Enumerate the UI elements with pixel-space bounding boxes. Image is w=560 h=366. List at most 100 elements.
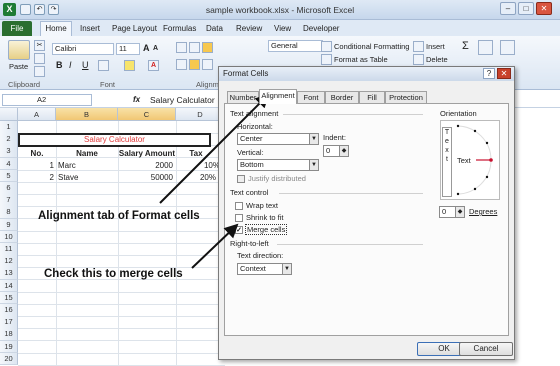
column-header-c[interactable]: C <box>118 108 176 121</box>
bold-button[interactable]: B <box>56 60 63 70</box>
cancel-button[interactable]: Cancel <box>459 342 513 356</box>
shrink-font-button[interactable]: A <box>153 45 158 52</box>
tab-home[interactable]: Home <box>40 21 72 37</box>
row-header[interactable]: 8 <box>0 206 18 219</box>
row-header[interactable]: 9 <box>0 218 18 232</box>
underline-button[interactable]: U <box>82 60 89 70</box>
name-box[interactable]: A2 <box>2 94 92 106</box>
row-header[interactable]: 2 <box>0 133 18 146</box>
cell-no[interactable]: 2 <box>20 172 54 184</box>
indent-spinner[interactable]: 0 ◆ <box>323 145 349 157</box>
tab-border[interactable]: Border <box>325 91 359 103</box>
borders-icon[interactable] <box>98 60 109 71</box>
cell-name[interactable]: Stave <box>58 172 116 184</box>
cell-tax[interactable]: 20% <box>176 172 216 184</box>
align-left-icon[interactable] <box>176 59 187 70</box>
paste-button-label[interactable]: Paste <box>9 62 28 71</box>
sort-filter-icon[interactable] <box>478 40 493 55</box>
row-header[interactable]: 11 <box>0 243 18 256</box>
tab-font[interactable]: Font <box>297 91 325 103</box>
format-as-table-button[interactable]: Format as Table <box>334 55 388 64</box>
row-header[interactable]: 16 <box>0 304 18 317</box>
cell-salary[interactable]: 50000 <box>118 172 173 184</box>
cell-no[interactable]: 1 <box>20 160 54 172</box>
vertical-text-button[interactable]: T e x t <box>442 127 452 197</box>
vertical-select[interactable]: Bottom ▼ <box>237 159 319 171</box>
delete-cells-icon[interactable] <box>413 54 424 65</box>
align-bottom-icon[interactable] <box>202 42 213 53</box>
copy-icon[interactable] <box>34 53 45 64</box>
row-header[interactable]: 13 <box>0 267 18 280</box>
font-color-icon[interactable]: A <box>148 60 159 71</box>
align-right-icon[interactable] <box>202 59 213 70</box>
cell-tax[interactable]: 10% <box>176 160 220 172</box>
text-direction-select[interactable]: Context ▼ <box>237 263 292 275</box>
horizontal-select[interactable]: Center ▼ <box>237 133 319 145</box>
cell-name[interactable]: Marc <box>58 160 116 172</box>
help-button[interactable]: ? <box>483 68 495 79</box>
close-button[interactable]: ✕ <box>536 2 552 15</box>
grow-font-button[interactable]: A <box>143 43 150 53</box>
row-header[interactable]: 10 <box>0 230 18 244</box>
paste-icon[interactable] <box>8 40 30 60</box>
justify-distributed-checkbox[interactable] <box>237 175 245 183</box>
row-header[interactable]: 3 <box>0 145 18 158</box>
find-select-icon[interactable] <box>500 40 515 55</box>
row-header[interactable]: 1 <box>0 121 18 134</box>
row-header[interactable]: 4 <box>0 157 18 171</box>
tab-insert[interactable]: Insert <box>80 24 100 33</box>
select-all-corner[interactable] <box>0 108 18 121</box>
font-size-select[interactable]: 11 <box>116 43 140 55</box>
row-header[interactable]: 12 <box>0 255 18 268</box>
merge-cells-checkbox[interactable]: ✓ <box>235 226 243 234</box>
dialog-close-button[interactable]: ✕ <box>497 68 511 79</box>
row-header[interactable]: 19 <box>0 340 18 354</box>
tab-alignment[interactable]: Alignment <box>259 89 297 104</box>
format-as-table-icon[interactable] <box>321 54 332 65</box>
tab-protection[interactable]: Protection <box>385 91 427 103</box>
row-header[interactable]: 15 <box>0 291 18 305</box>
formula-content[interactable]: Salary Calculator <box>150 95 215 105</box>
tab-data[interactable]: Data <box>206 24 223 33</box>
align-top-icon[interactable] <box>176 42 187 53</box>
row-header[interactable]: 14 <box>0 279 18 293</box>
minimize-button[interactable]: – <box>500 2 516 15</box>
tab-formulas[interactable]: Formulas <box>163 24 196 33</box>
degrees-spinner[interactable]: 0 ◆ <box>439 206 465 218</box>
wrap-text-checkbox[interactable] <box>235 202 243 210</box>
align-center-icon[interactable] <box>189 59 200 70</box>
tab-page-layout[interactable]: Page Layout <box>112 24 157 33</box>
fx-icon[interactable]: fx <box>133 95 140 104</box>
maximize-button[interactable]: □ <box>518 2 534 15</box>
tab-fill[interactable]: Fill <box>359 91 385 103</box>
conditional-formatting-button[interactable]: Conditional Formatting <box>334 42 409 51</box>
fill-color-icon[interactable] <box>124 60 135 71</box>
dialog-title: Format Cells <box>219 67 514 81</box>
insert-cells-button[interactable]: Insert <box>426 42 445 51</box>
row-header[interactable]: 17 <box>0 316 18 329</box>
number-format-select[interactable]: General <box>268 40 323 52</box>
font-name-select[interactable]: Calibri <box>52 43 114 55</box>
align-middle-icon[interactable] <box>189 42 200 53</box>
cell-salary[interactable]: 2000 <box>118 160 173 172</box>
conditional-formatting-icon[interactable] <box>321 41 332 52</box>
column-header-a[interactable]: A <box>18 108 56 121</box>
autosum-button[interactable]: Σ <box>462 40 469 52</box>
row-header[interactable]: 20 <box>0 352 18 366</box>
tab-developer[interactable]: Developer <box>303 24 339 33</box>
row-header[interactable]: 6 <box>0 182 18 195</box>
cut-icon[interactable]: ✂ <box>34 40 45 51</box>
delete-cells-button[interactable]: Delete <box>426 55 448 64</box>
tab-view[interactable]: View <box>274 24 291 33</box>
column-header-b[interactable]: B <box>56 108 118 121</box>
tab-number[interactable]: Number <box>227 91 259 103</box>
insert-cells-icon[interactable] <box>413 41 424 52</box>
format-painter-icon[interactable] <box>34 66 45 77</box>
row-header[interactable]: 18 <box>0 328 18 341</box>
shrink-to-fit-checkbox[interactable] <box>235 214 243 222</box>
row-header[interactable]: 7 <box>0 194 18 207</box>
tab-file[interactable]: File <box>2 21 32 36</box>
tab-review[interactable]: Review <box>236 24 262 33</box>
row-header[interactable]: 5 <box>0 169 18 183</box>
italic-button[interactable]: I <box>69 60 72 70</box>
